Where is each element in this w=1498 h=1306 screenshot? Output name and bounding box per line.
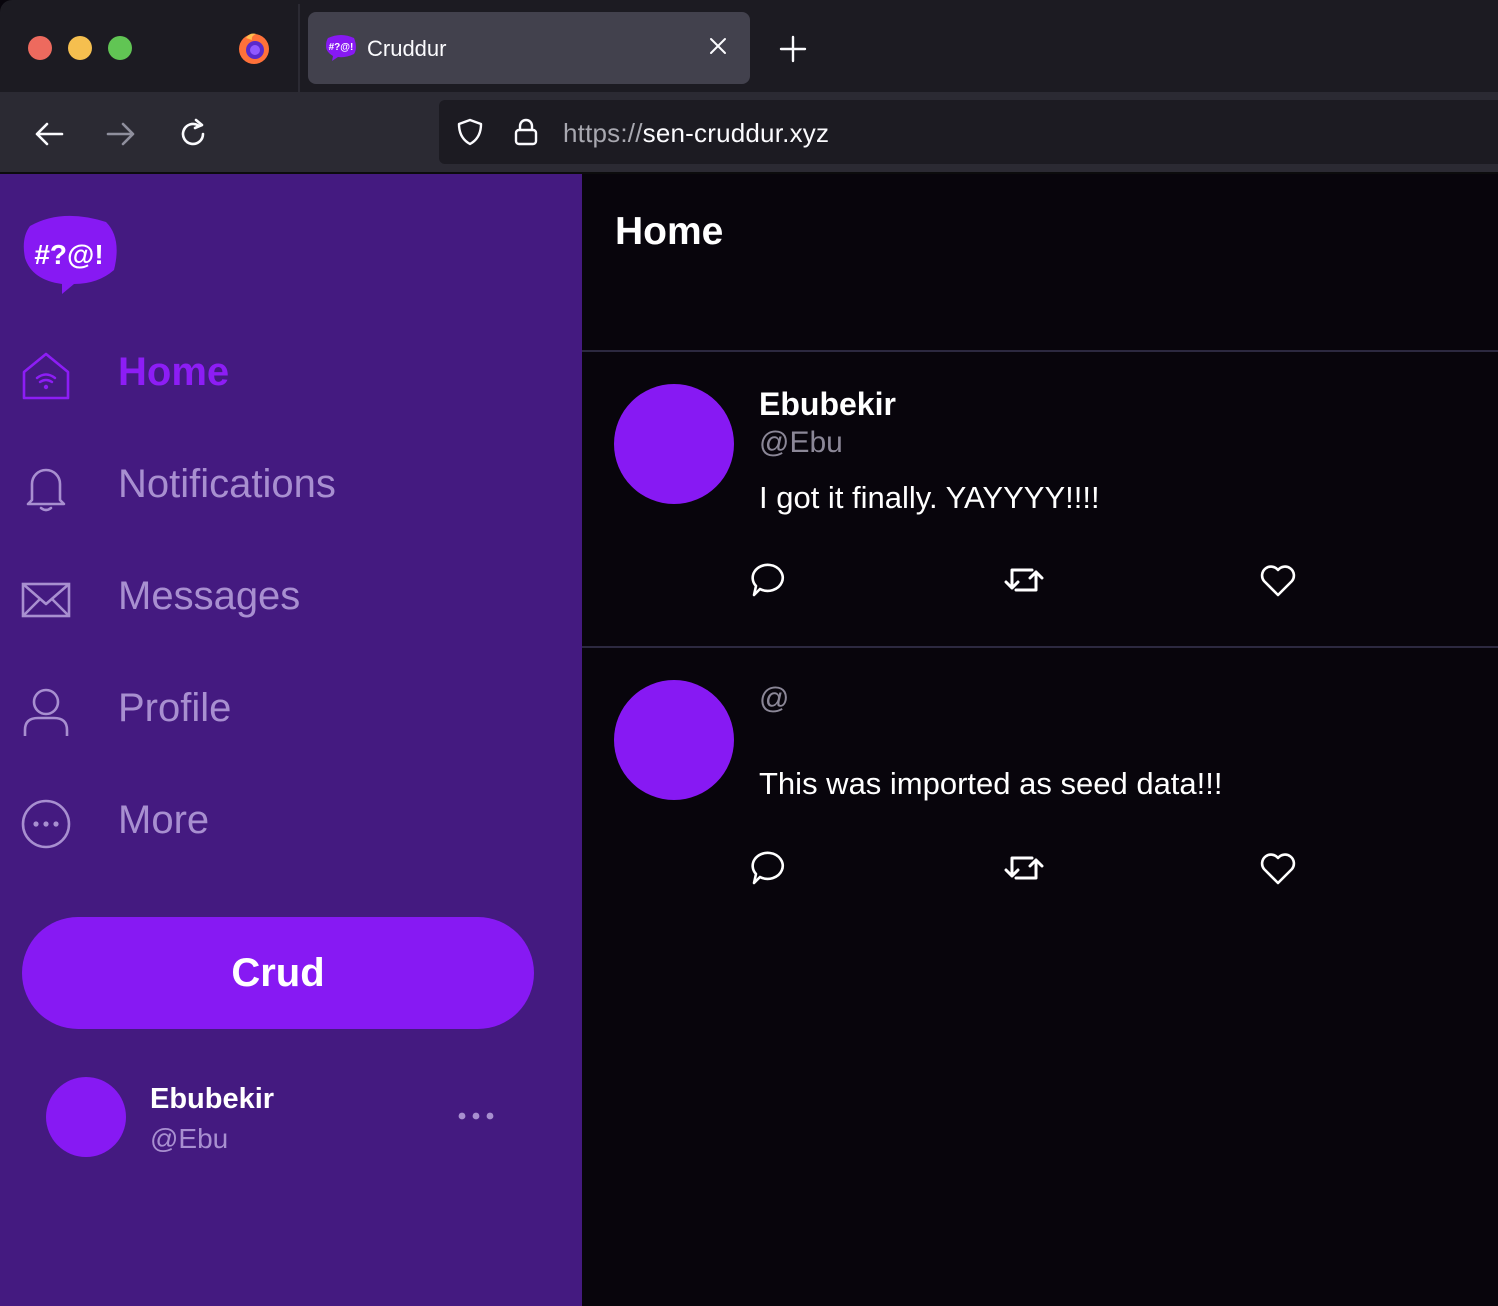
sidebar: #?@! Home Notifications Messages Profile xyxy=(0,174,582,1306)
main-feed: Home Ebubekir @Ebu I got it finally. YAY… xyxy=(582,174,1498,1306)
sidebar-item-label: More xyxy=(118,798,210,842)
more-dots-icon[interactable] xyxy=(454,1101,498,1131)
url-bar[interactable]: https://sen-cruddur.xyz xyxy=(439,100,1498,164)
post-author-handle[interactable]: @Ebu xyxy=(759,426,843,460)
tab-divider xyxy=(298,4,300,92)
more-circle-icon xyxy=(21,799,71,849)
reply-icon[interactable] xyxy=(748,846,792,890)
new-tab-plus-icon[interactable] xyxy=(778,34,808,64)
reload-icon[interactable] xyxy=(176,117,210,151)
post-author-name[interactable]: Ebubekir xyxy=(759,386,896,423)
heart-icon[interactable] xyxy=(1256,846,1300,890)
tracking-shield-icon[interactable] xyxy=(455,117,485,147)
browser-tab[interactable]: #?@! Cruddur xyxy=(308,12,750,84)
cruddur-logo[interactable]: #?@! xyxy=(22,214,120,294)
back-arrow-icon[interactable] xyxy=(32,117,66,151)
crud-button[interactable]: Crud xyxy=(22,917,534,1029)
heart-icon[interactable] xyxy=(1256,558,1300,602)
page-title: Home xyxy=(615,210,724,253)
post-text: This was imported as seed data!!! xyxy=(759,766,1223,801)
url-text: https://sen-cruddur.xyz xyxy=(563,118,829,149)
sidebar-item-messages[interactable]: Messages xyxy=(20,568,540,628)
svg-text:#?@!: #?@! xyxy=(329,42,354,53)
window-close-button[interactable] xyxy=(28,36,52,60)
window-minimize-button[interactable] xyxy=(68,36,92,60)
avatar xyxy=(46,1077,126,1157)
url-protocol: https:// xyxy=(563,118,643,148)
url-host: sen-cruddur.xyz xyxy=(642,118,830,148)
svg-text:#?@!: #?@! xyxy=(34,239,103,270)
repost-icon[interactable] xyxy=(1002,558,1046,602)
close-tab-icon[interactable] xyxy=(706,34,730,58)
sidebar-item-notifications[interactable]: Notifications xyxy=(20,456,540,516)
bell-icon xyxy=(26,468,66,512)
post-item[interactable]: Ebubekir @Ebu I got it finally. YAYYYY!!… xyxy=(582,352,1498,646)
sidebar-item-label: Home xyxy=(118,350,230,394)
post-author-handle[interactable]: @ xyxy=(759,682,789,716)
sidebar-item-profile[interactable]: Profile xyxy=(20,680,540,740)
post-text: I got it finally. YAYYYY!!!! xyxy=(759,480,1100,515)
user-icon xyxy=(23,688,69,736)
firefox-icon[interactable] xyxy=(236,30,272,66)
browser-tab-bar: #?@! Cruddur xyxy=(0,0,1498,92)
avatar[interactable] xyxy=(614,680,734,800)
repost-icon[interactable] xyxy=(1002,846,1046,890)
sidebar-item-label: Notifications xyxy=(118,462,336,506)
current-user-card[interactable]: Ebubekir @Ebu xyxy=(46,1077,516,1157)
forward-arrow-icon[interactable] xyxy=(104,117,138,151)
post-actions xyxy=(748,846,1308,890)
reply-icon[interactable] xyxy=(748,558,792,602)
post-item[interactable]: @ This was imported as seed data!!! xyxy=(582,648,1498,942)
post-actions xyxy=(748,558,1308,602)
sidebar-item-more[interactable]: More xyxy=(20,792,540,852)
sidebar-item-label: Profile xyxy=(118,686,232,730)
avatar[interactable] xyxy=(614,384,734,504)
current-user-handle: @Ebu xyxy=(150,1123,229,1154)
sidebar-item-label: Messages xyxy=(118,574,301,618)
cruddur-favicon-icon: #?@! xyxy=(326,35,356,61)
tab-title: Cruddur xyxy=(367,36,447,61)
home-icon xyxy=(22,352,70,400)
current-user-name: Ebubekir xyxy=(150,1083,275,1115)
lock-icon[interactable] xyxy=(511,117,541,147)
window-zoom-button[interactable] xyxy=(108,36,132,60)
browser-nav-bar: https://sen-cruddur.xyz xyxy=(0,92,1498,174)
sidebar-item-home[interactable]: Home xyxy=(20,344,540,404)
envelope-icon xyxy=(21,582,71,618)
